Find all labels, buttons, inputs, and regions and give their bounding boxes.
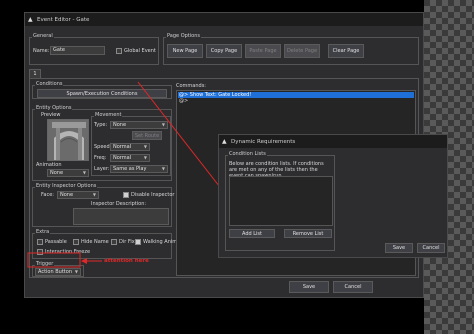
passable-checkbox[interactable]	[37, 239, 43, 245]
chevron-down-icon: ▼	[143, 155, 147, 160]
inspector-description-label: Inspector Description:	[91, 201, 147, 207]
speed-label: Speed:	[94, 144, 112, 150]
walking-anim-checkbox[interactable]	[135, 239, 141, 245]
inspector-description-input[interactable]	[73, 208, 169, 225]
movement-label: Movement	[94, 112, 123, 118]
chevron-down-icon: ▼	[92, 192, 96, 197]
conditions-label: Conditions	[35, 81, 64, 87]
name-input[interactable]: Gate	[50, 46, 105, 55]
trigger-value: Action Button	[38, 269, 72, 275]
disable-inspector-label: Disable Inspector	[131, 192, 175, 198]
movement-type-value: None	[113, 122, 127, 128]
interaction-freeze-label: Interaction Freeze	[45, 249, 91, 255]
cancel-button[interactable]: Cancel	[333, 281, 373, 293]
entity-preview	[47, 119, 89, 161]
page-options-label: Page Options	[166, 33, 201, 39]
freq-value: Normal	[113, 155, 132, 161]
copy-page-button[interactable]: Copy Page	[206, 44, 242, 58]
new-page-button[interactable]: New Page	[167, 44, 203, 58]
save-button[interactable]: Save	[289, 281, 329, 293]
layer-value: Same as Play	[113, 166, 147, 172]
hide-name-checkbox[interactable]	[73, 239, 79, 245]
condition-lists-group: Condition Lists Below are condition list…	[225, 151, 335, 251]
conditions-group: Conditions Spawn/Execution Conditions	[32, 81, 172, 99]
animation-label: Animation	[36, 162, 62, 168]
page-options-group: Page Options New Page Copy Page Paste Pa…	[163, 33, 419, 65]
extra-label: Extra	[35, 229, 51, 235]
condition-lists-list[interactable]	[229, 176, 333, 226]
window-title: Event Editor - Gate	[37, 16, 90, 23]
movement-type-select[interactable]: None ▼	[110, 121, 168, 129]
disable-inspector-checkbox[interactable]	[123, 192, 129, 198]
face-label: Face:	[41, 192, 54, 198]
hide-name-label: Hide Name	[81, 239, 109, 245]
freq-select[interactable]: Normal ▼	[110, 154, 150, 162]
entity-options-group: Entity Options Preview Animation None ▼	[32, 105, 172, 181]
gate-sprite-icon	[48, 120, 88, 160]
extra-group: Extra Passable Hide Name Dir Fix Walking…	[32, 229, 177, 259]
animation-select-value: None	[50, 170, 64, 176]
delete-page-button[interactable]: Delete Page	[284, 44, 320, 58]
intersect-logo-icon: ▲	[222, 137, 227, 145]
paste-page-button[interactable]: Paste Page	[245, 44, 281, 58]
freq-label: Freq:	[94, 155, 107, 161]
passable-label: Passable	[45, 239, 67, 245]
layer-select[interactable]: Same as Play ▼	[110, 165, 168, 173]
dynamic-requirements-window: ▲ Dynamic Requirements Condition Lists B…	[218, 134, 448, 258]
chevron-down-icon: ▼	[161, 166, 165, 171]
dynamic-requirements-titlebar[interactable]: ▲ Dynamic Requirements	[219, 135, 447, 148]
face-value: None	[60, 192, 74, 198]
inspector-options-label: Entity Inspector Options	[35, 183, 98, 189]
movement-group: Movement Type: None ▼ Set Route Speed: N…	[91, 112, 171, 176]
add-list-button[interactable]: Add List	[229, 229, 275, 238]
animation-select[interactable]: None ▼	[47, 169, 89, 177]
dynamic-requirements-title: Dynamic Requirements	[231, 138, 296, 145]
face-select[interactable]: None ▼	[57, 191, 99, 199]
dir-fix-label: Dir Fix	[119, 239, 135, 245]
chevron-down-icon: ▼	[74, 269, 78, 274]
inspector-options-group: Entity Inspector Options Face: None ▼ Di…	[32, 183, 175, 227]
movement-type-label: Type:	[94, 122, 108, 128]
command-row[interactable]: @>	[178, 98, 414, 104]
speed-select[interactable]: Normal ▼	[110, 143, 150, 151]
speed-value: Normal	[113, 144, 132, 150]
layer-label: Layer:	[94, 166, 110, 172]
global-event-checkbox[interactable]	[116, 48, 122, 54]
event-editor-titlebar[interactable]: ▲ Event Editor - Gate	[25, 13, 423, 26]
name-label: Name:	[33, 48, 50, 54]
walking-anim-label: Walking Anim	[143, 239, 178, 245]
set-route-button[interactable]: Set Route	[132, 131, 162, 140]
dir-fix-checkbox[interactable]	[111, 239, 117, 245]
global-event-label: Global Event	[124, 48, 156, 54]
general-group: General Name: Gate Global Event	[29, 33, 159, 65]
clear-page-button[interactable]: Clear Page	[328, 44, 364, 58]
chevron-down-icon: ▼	[143, 144, 147, 149]
remove-list-button[interactable]: Remove List	[284, 229, 332, 238]
dynamic-save-button[interactable]: Save	[385, 243, 413, 253]
tab-page-1[interactable]: 1	[29, 69, 41, 78]
annotation-text: attention here	[104, 258, 149, 264]
trigger-select[interactable]: Action Button ▼	[35, 268, 81, 276]
entity-options-label: Entity Options	[35, 105, 73, 111]
chevron-down-icon: ▼	[82, 170, 86, 175]
interaction-freeze-checkbox[interactable]	[37, 249, 43, 255]
condition-lists-label: Condition Lists	[228, 151, 267, 157]
trigger-group: Trigger Action Button ▼	[32, 261, 84, 277]
commands-label: Commands:	[176, 83, 206, 89]
spawn-execution-conditions-button[interactable]: Spawn/Execution Conditions	[37, 89, 167, 98]
intersect-logo-icon: ▲	[28, 15, 33, 23]
trigger-label: Trigger	[35, 261, 55, 267]
general-label: General	[32, 33, 54, 39]
dynamic-cancel-button[interactable]: Cancel	[417, 243, 445, 253]
chevron-down-icon: ▼	[161, 122, 165, 127]
preview-label: Preview	[41, 112, 61, 118]
